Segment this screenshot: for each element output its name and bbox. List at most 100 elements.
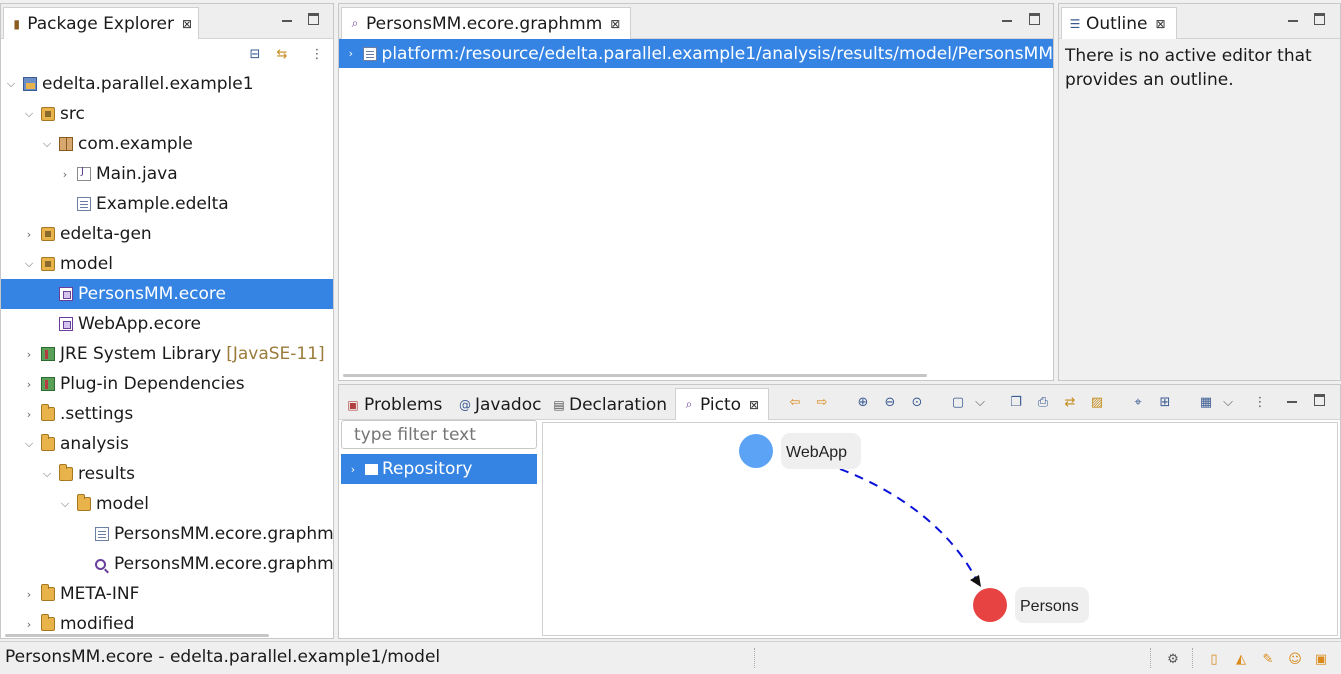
tree-item-src[interactable]: ⌵ src <box>1 99 333 129</box>
sync-icon[interactable]: ⇄ <box>1062 394 1078 410</box>
problems-icon: ▣ <box>347 397 359 412</box>
tree-item-plugin-dependencies[interactable]: › Plug-in Dependencies <box>1 369 333 399</box>
chevron-down-icon[interactable]: ⌵ <box>5 77 17 90</box>
print-icon[interactable]: ⎙ <box>1035 394 1051 410</box>
maximize-button[interactable] <box>1312 393 1326 407</box>
chevron-right-icon[interactable]: › <box>23 588 35 601</box>
view-settings-icon[interactable]: ▦ <box>1198 394 1214 410</box>
smiley-icon[interactable]: ☺ <box>1287 651 1303 667</box>
tree-item-settings[interactable]: › .settings <box>1 399 333 429</box>
zoom-reset-icon[interactable]: ⊙ <box>909 394 925 410</box>
file-icon <box>95 527 109 541</box>
tab-javadoc[interactable]: @ Javadoc <box>452 388 546 420</box>
tree-item-com-example[interactable]: ⌵ com.example <box>1 129 333 159</box>
tree-item-repository[interactable]: › Repository <box>341 454 537 484</box>
tab-picto[interactable]: ⌕ Picto ⊠ <box>675 388 769 420</box>
tree-item-jre-library[interactable]: › JRE System Library [JavaSE-11] <box>1 339 333 369</box>
chevron-right-icon[interactable]: › <box>23 618 35 631</box>
link-with-editor-icon[interactable]: ⇆ <box>274 46 290 62</box>
chevron-down-icon[interactable]: ⌵ <box>41 137 53 150</box>
tree-item-model[interactable]: ⌵ model <box>1 249 333 279</box>
tree-item-main-java[interactable]: › Main.java <box>1 159 333 189</box>
tree-item-webapp-ecore[interactable]: WebApp.ecore <box>1 309 333 339</box>
chevron-down-icon[interactable]: ⌵ <box>23 257 35 270</box>
maximize-button[interactable] <box>1027 12 1041 26</box>
chevron-right-icon[interactable]: › <box>347 463 359 476</box>
chevron-down-icon[interactable]: ⌵ <box>23 437 35 450</box>
tree-item-edelta-gen[interactable]: › edelta-gen <box>1 219 333 249</box>
horizontal-scrollbar[interactable] <box>343 374 927 377</box>
bookmark-icon[interactable]: ▯ <box>1206 651 1222 667</box>
collapse-all-icon[interactable]: ⊟ <box>247 46 263 62</box>
diagram-svg: WebApp Persons <box>739 433 1089 623</box>
tree-item-personsmm-ecore[interactable]: PersonsMM.ecore <box>1 279 333 309</box>
status-text: PersonsMM.ecore - edelta.parallel.exampl… <box>5 647 441 667</box>
tree-item-graphmm-picto[interactable]: PersonsMM.ecore.graphm <box>1 549 333 579</box>
back-arrow-icon[interactable]: ⇦ <box>787 394 803 410</box>
node-label: Persons <box>1020 598 1079 615</box>
minimize-button[interactable] <box>1000 12 1014 26</box>
tab-declaration[interactable]: ▤ Declaration <box>546 388 674 420</box>
tab-problems[interactable]: ▣ Problems <box>339 388 451 420</box>
chevron-down-icon[interactable]: ⌵ <box>23 107 35 120</box>
ecore-file-icon <box>59 317 73 331</box>
chevron-right-icon[interactable]: › <box>345 47 357 60</box>
zoom-in-icon[interactable]: ⊕ <box>855 394 871 410</box>
tree-item-results[interactable]: ⌵ results <box>1 459 333 489</box>
chevron-down-icon[interactable]: ⌵ <box>59 497 71 510</box>
editor-view: ⌕ PersonsMM.ecore.graphmm ⊠ › platform:/… <box>338 3 1054 381</box>
copy-icon[interactable]: ❐ <box>1008 394 1024 410</box>
close-icon[interactable]: ⊠ <box>749 398 759 412</box>
view-menu-icon[interactable]: ⋮ <box>309 46 325 62</box>
graduation-cap-icon[interactable]: ◭ <box>1233 651 1249 667</box>
tree-item-analysis[interactable]: ⌵ analysis <box>1 429 333 459</box>
close-icon[interactable]: ⊠ <box>182 17 192 31</box>
close-icon[interactable]: ⊠ <box>1156 17 1166 31</box>
resource-row[interactable]: › platform:/resource/edelta.parallel.exa… <box>339 39 1053 68</box>
close-icon[interactable]: ⊠ <box>610 17 620 31</box>
layout-icon[interactable]: ▢ <box>950 394 966 410</box>
tree-item-graphmm-file[interactable]: PersonsMM.ecore.graphm <box>1 519 333 549</box>
package-icon <box>59 137 73 151</box>
filter-input[interactable] <box>341 420 537 449</box>
minimize-button[interactable] <box>1285 393 1299 407</box>
bottom-view: ▣ Problems @ Javadoc ▤ Declaration ⌕ Pic… <box>338 384 1341 639</box>
node-webapp[interactable]: WebApp <box>739 433 861 469</box>
maximize-button[interactable] <box>306 12 320 26</box>
view-menu-icon[interactable]: ⋮ <box>1252 394 1268 410</box>
tab-graphmm-editor[interactable]: ⌕ PersonsMM.ecore.graphmm ⊠ <box>341 7 631 39</box>
tree-item-label: model <box>96 494 149 514</box>
pin-icon[interactable]: ⌖ <box>1130 394 1146 410</box>
chevron-right-icon[interactable]: › <box>23 378 35 391</box>
picto-icon: ⌕ <box>685 397 693 411</box>
chevron-down-icon[interactable]: ⌵ <box>41 467 53 480</box>
tree-item-project[interactable]: ⌵ edelta.parallel.example1 <box>1 69 333 99</box>
chevron-down-icon[interactable]: ⌵ <box>972 394 988 410</box>
library-icon <box>41 347 55 361</box>
tree-item-label: Example.edelta <box>96 194 229 214</box>
minimize-button[interactable] <box>280 12 294 26</box>
tab-package-explorer[interactable]: ▮ Package Explorer ⊠ <box>3 7 199 39</box>
tree-item-example-edelta[interactable]: Example.edelta <box>1 189 333 219</box>
tree-item-meta-inf[interactable]: › META-INF <box>1 579 333 609</box>
maximize-button[interactable] <box>1312 12 1326 26</box>
chevron-right-icon[interactable]: › <box>23 228 35 241</box>
chevron-right-icon[interactable]: › <box>23 408 35 421</box>
export-icon[interactable]: ▨ <box>1089 394 1105 410</box>
briefcase-icon[interactable]: ▣ <box>1313 651 1329 667</box>
tree-layout-icon[interactable]: ⊞ <box>1157 394 1173 410</box>
forward-arrow-icon[interactable]: ⇨ <box>814 394 830 410</box>
wand-icon[interactable]: ✎ <box>1260 651 1276 667</box>
chevron-down-icon[interactable]: ⌵ <box>1220 394 1236 410</box>
zoom-out-icon[interactable]: ⊖ <box>882 394 898 410</box>
outline-view: ☰ Outline ⊠ There is no active editor th… <box>1058 3 1341 381</box>
node-persons[interactable]: Persons <box>973 587 1089 623</box>
chevron-right-icon[interactable]: › <box>23 348 35 361</box>
heap-status-icon[interactable]: ⚙ <box>1165 651 1181 667</box>
horizontal-scrollbar[interactable] <box>5 634 269 637</box>
chevron-right-icon[interactable]: › <box>59 168 71 181</box>
tab-outline[interactable]: ☰ Outline ⊠ <box>1061 7 1177 39</box>
minimize-button[interactable] <box>1286 12 1300 26</box>
status-divider <box>1192 648 1193 668</box>
tree-item-results-model[interactable]: ⌵ model <box>1 489 333 519</box>
